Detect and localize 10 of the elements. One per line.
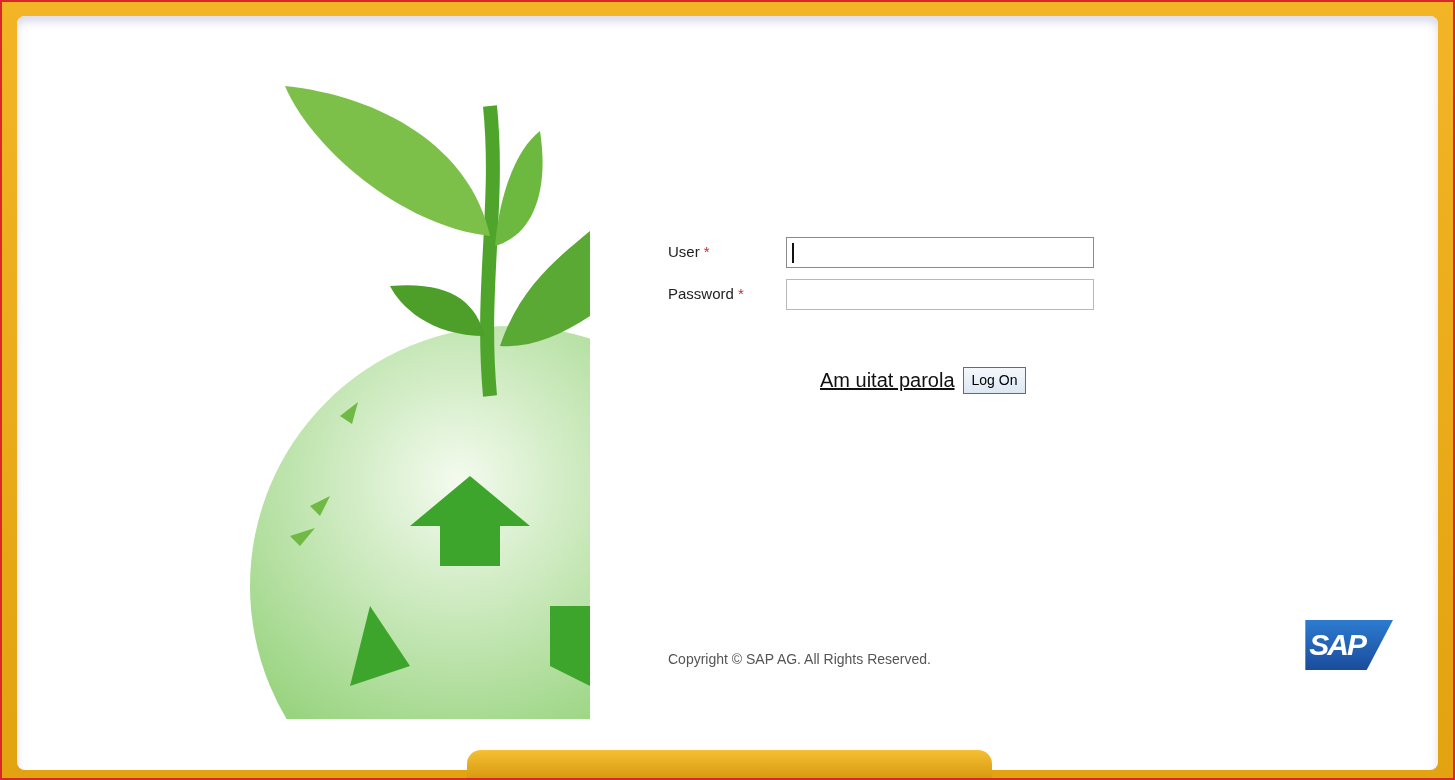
required-marker: * [738, 284, 744, 302]
company-logo: SAP [1305, 620, 1393, 670]
log-on-button[interactable]: Log On [962, 366, 1027, 394]
input-field[interactable] [786, 236, 1094, 268]
field-label: Password [668, 284, 734, 302]
required-marker: * [703, 242, 710, 260]
forgot-password-link[interactable]: Am uitat parola [820, 365, 955, 395]
copyright-text: Copyright © SAP AG. All Rights Reserved. [668, 650, 931, 669]
field-label: User [668, 242, 700, 260]
input-field[interactable] [786, 278, 1094, 310]
